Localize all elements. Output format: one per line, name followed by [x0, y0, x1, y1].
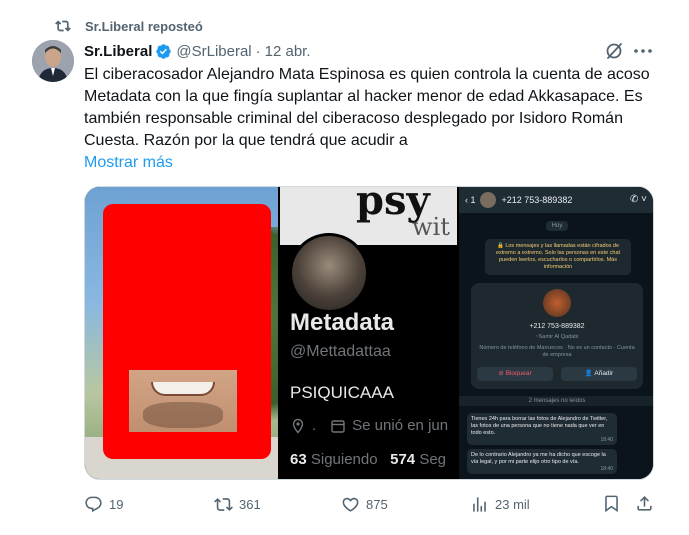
following-count: 63: [290, 451, 307, 468]
chat-message-text: De lo contrario Alejandro ya me ha dicho…: [471, 452, 606, 465]
reply-icon: [85, 496, 102, 512]
repost-banner-text: Sr.Liberal reposteó: [85, 18, 203, 34]
tweet-text: El ciberacosador Alejandro Mata Espinosa…: [84, 66, 650, 149]
tweet-date[interactable]: 12 abr.: [265, 43, 311, 60]
call-icon: ✆ ˅: [630, 194, 647, 205]
smile: [151, 382, 215, 396]
followers-count: 574: [390, 451, 416, 468]
encryption-notice: 🔒 Los mensajes y las llamadas están cifr…: [485, 239, 631, 275]
repost-count: 361: [239, 496, 261, 512]
contact-card-avatar: [543, 289, 571, 317]
following-label: Siguiendo: [310, 451, 378, 468]
contact-card-name: ~Samir Al Qadabi: [535, 334, 579, 340]
like-count: 875: [366, 496, 388, 512]
profile-joined: Se unió en jun: [352, 417, 449, 434]
visible-face-area: [129, 370, 237, 432]
repost-button[interactable]: 361: [214, 492, 261, 516]
beard: [143, 402, 223, 428]
chat-back-button: ‹ 1: [465, 195, 476, 205]
heart-icon: [342, 497, 359, 512]
unread-banner: 2 mensajes no leídos: [459, 396, 653, 406]
chat-day-chip: Hoy: [459, 221, 653, 231]
contact-card-number: +212 753-889382: [529, 323, 585, 330]
more-options-icon[interactable]: [632, 41, 654, 61]
separator-dot: ·: [255, 42, 261, 60]
tweet-actions: 19 361 875 23 mil: [84, 492, 654, 516]
author-name[interactable]: Sr.Liberal: [84, 43, 152, 60]
show-more-link[interactable]: Mostrar más: [84, 152, 173, 174]
reply-count: 19: [109, 496, 124, 512]
chat-contact-number: +212 753-889382: [501, 195, 573, 205]
repost-icon: [214, 497, 233, 511]
contact-card-info: Número de teléfono de Marruecos · No es …: [479, 345, 635, 358]
avatar-image: [32, 40, 74, 82]
tweet-media[interactable]: psy wit Metadata @Mettadattaa PSIQUICAAA…: [84, 186, 654, 480]
whatsapp-screenshot-panel[interactable]: ‹ 1 +212 753-889382 ✆ ˅ Hoy 🔒 Los mensaj…: [459, 187, 653, 479]
profile-bio: PSIQUICAAA: [290, 383, 394, 402]
grok-icon[interactable]: [604, 41, 624, 61]
add-contact-button: 👤 Añadir: [561, 367, 637, 381]
profile-handle: @Mettadattaa: [290, 343, 391, 360]
banner-text-2: wit: [412, 213, 450, 241]
chat-topbar: ‹ 1 +212 753-889382 ✆ ˅: [459, 187, 653, 213]
bookmark-icon[interactable]: [602, 494, 621, 513]
location-icon: [292, 418, 304, 434]
chat-message-text: Tienes 24h para borrar las fotos de Alej…: [471, 416, 608, 436]
block-button: ⊘ Bloquear: [477, 367, 553, 381]
view-count: 23 mil: [495, 496, 530, 512]
contact-card: +212 753-889382 ~Samir Al Qadabi Número …: [471, 283, 643, 389]
repost-banner[interactable]: Sr.Liberal reposteó: [55, 16, 203, 36]
profile-follow-counts: 63 Siguiendo 574 Seg: [290, 451, 446, 468]
profile-banner: psy wit: [280, 187, 457, 245]
verified-badge-icon[interactable]: [155, 43, 172, 60]
chat-message-time: 18:40: [600, 437, 613, 443]
chat-day: Hoy: [545, 221, 569, 231]
author-avatar[interactable]: [32, 40, 74, 82]
profile-avatar: [289, 233, 369, 313]
reply-button[interactable]: 19: [84, 492, 123, 516]
author-handle[interactable]: @SrLiberal: [176, 43, 251, 60]
followers-label: Seg: [419, 451, 447, 468]
repost-icon: [55, 20, 71, 32]
profile-screenshot-panel[interactable]: psy wit Metadata @Mettadattaa PSIQUICAAA…: [280, 187, 457, 479]
tweet-header: Sr.Liberal @SrLiberal · 12 abr.: [84, 41, 311, 61]
share-icon[interactable]: [635, 494, 654, 513]
chat-contact-avatar: [479, 192, 496, 208]
chat-message: Tienes 24h para borrar las fotos de Alej…: [467, 413, 617, 445]
chat-message-time: 18:40: [600, 466, 613, 472]
like-button[interactable]: 875: [341, 492, 388, 516]
profile-location: .: [312, 417, 317, 434]
profile-location-row: . Se unió en jun: [290, 417, 448, 434]
chat-message: De lo contrario Alejandro ya me ha dicho…: [467, 449, 617, 474]
calendar-icon: [331, 419, 345, 433]
profile-name: Metadata: [290, 309, 395, 336]
views-button[interactable]: 23 mil: [470, 492, 530, 516]
photo-panel[interactable]: [85, 187, 278, 479]
views-icon: [473, 496, 486, 512]
